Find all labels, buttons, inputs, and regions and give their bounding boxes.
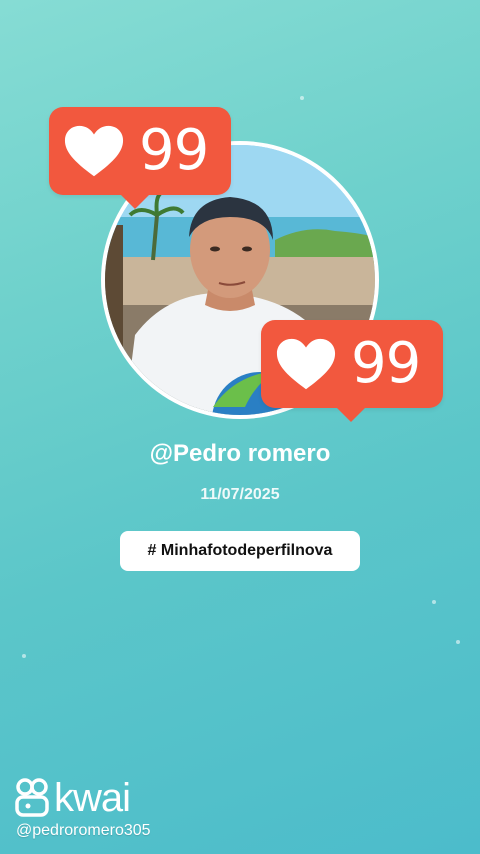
sparkle [300, 96, 304, 100]
video-screen[interactable]: 99 99 @Pedro romero 11/07/2025 # Minhafo… [0, 0, 480, 854]
sparkle [432, 600, 436, 604]
username: @Pedro romero [149, 440, 331, 467]
sparkle [22, 654, 26, 658]
heart-icon [275, 336, 337, 392]
kwai-logo: kwai [14, 776, 131, 820]
kwai-logo-icon [14, 778, 50, 818]
post-date: 11/07/2025 [200, 486, 280, 503]
sparkle [456, 640, 460, 644]
hashtag-chip[interactable]: # Minhafotodeperfilnova [120, 531, 360, 571]
like-badge-bottom: 99 [261, 320, 443, 422]
like-count: 99 [139, 118, 209, 183]
like-count: 99 [351, 331, 421, 396]
kwai-wordmark: kwai [54, 776, 131, 820]
heart-icon [63, 123, 125, 179]
like-badge-top: 99 [49, 107, 231, 209]
author-handle: @pedroromero305 [16, 822, 151, 839]
